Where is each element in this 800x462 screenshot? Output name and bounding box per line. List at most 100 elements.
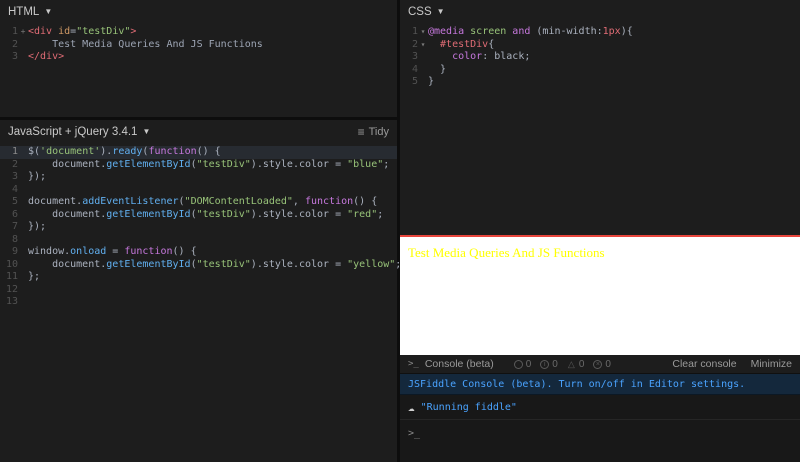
css-code-editor[interactable]: 1 ▾ @media screen and (min-width:1px){2 ▾ #… bbox=[400, 23, 800, 89]
chevron-down-icon[interactable]: ▼ bbox=[437, 7, 445, 16]
fold-marker-icon bbox=[18, 234, 28, 247]
console-filter-counts: 0 0 0 0 bbox=[513, 358, 611, 370]
code-text: document.getElementById("testDiv").style… bbox=[28, 208, 384, 220]
line-number: 5 bbox=[411, 76, 418, 87]
code-text: $('document').ready(function() { bbox=[28, 146, 221, 157]
code-line[interactable]: 4 } bbox=[400, 64, 800, 77]
line-number: 5 bbox=[11, 196, 18, 207]
code-line[interactable]: 10 document.getElementById("testDiv").st… bbox=[0, 258, 401, 272]
fold-marker-icon bbox=[18, 284, 28, 297]
log-count: 0 bbox=[525, 358, 532, 370]
console-log-row: ☁ "Running fiddle" bbox=[400, 395, 800, 420]
css-editor-panel: CSS ▼ 1 ▾ @media screen and (min-width:1px… bbox=[400, 0, 800, 235]
fold-marker-icon bbox=[18, 221, 28, 234]
code-line[interactable]: 3}); bbox=[0, 171, 397, 184]
fold-marker-icon bbox=[18, 259, 28, 272]
console-header: >_ Console (beta) 0 0 0 0 Clear console … bbox=[400, 355, 800, 374]
warning-count-filter[interactable]: 0 bbox=[567, 359, 585, 370]
error-count-filter[interactable]: 0 bbox=[593, 359, 611, 370]
console-input[interactable]: >_ bbox=[400, 420, 800, 439]
code-line[interactable]: 12 bbox=[0, 284, 397, 297]
hamburger-icon: ≡ bbox=[357, 124, 365, 139]
code-line[interactable]: 11}; bbox=[0, 271, 397, 284]
fold-marker-icon bbox=[18, 51, 28, 64]
clear-console-button[interactable]: Clear console bbox=[672, 358, 736, 370]
js-panel-header[interactable]: JavaScript + jQuery 3.4.1 ▼ ≡ Tidy bbox=[0, 120, 397, 143]
js-code-editor[interactable]: 1 $('document').ready(function() {2 docum… bbox=[0, 143, 401, 309]
code-text: } bbox=[428, 76, 435, 87]
code-text: color: black; bbox=[428, 51, 531, 62]
code-text: #testDiv{ bbox=[428, 38, 495, 50]
console-info-message: JSFiddle Console (beta). Turn on/off in … bbox=[400, 374, 800, 395]
line-number: 3 bbox=[11, 171, 18, 182]
line-number: 1 bbox=[411, 26, 418, 37]
line-number: 4 bbox=[411, 63, 418, 75]
code-line[interactable]: 5 document.addEventListener("DOMContentLo… bbox=[0, 196, 397, 209]
tidy-button-label: Tidy bbox=[368, 125, 389, 138]
info-count-icon bbox=[540, 359, 550, 369]
fold-marker-icon bbox=[18, 196, 28, 209]
cloud-icon: ☁ bbox=[408, 400, 415, 414]
code-text: <div id="testDiv"> bbox=[28, 26, 137, 37]
line-number: 6 bbox=[11, 208, 18, 220]
log-count-filter[interactable]: 0 bbox=[513, 358, 532, 370]
fold-marker-icon bbox=[18, 171, 28, 184]
code-text: }); bbox=[28, 221, 47, 232]
fold-marker-icon bbox=[18, 271, 28, 284]
fold-marker-icon[interactable]: ▾ bbox=[418, 39, 428, 52]
code-line[interactable]: 2 Test Media Queries And JS Functions bbox=[0, 39, 397, 52]
info-count: 0 bbox=[552, 358, 558, 370]
code-line[interactable]: 1 $('document').ready(function() { bbox=[0, 146, 397, 159]
code-line[interactable]: 2 ▾ #testDiv{ bbox=[400, 39, 800, 52]
fold-marker-icon[interactable]: ▾ bbox=[418, 26, 428, 39]
fold-marker-icon bbox=[18, 209, 28, 222]
code-line[interactable]: 2 document.getElementById("testDiv").sty… bbox=[0, 159, 397, 172]
code-line[interactable]: 8 bbox=[0, 234, 397, 247]
code-line[interactable]: 3 color: black; bbox=[400, 51, 800, 64]
code-line[interactable]: 5} bbox=[400, 76, 800, 89]
code-line[interactable]: 1 ▾ @media screen and (min-width:1px){ bbox=[400, 26, 800, 39]
code-text: @media screen and (min-width:1px){ bbox=[428, 26, 633, 37]
error-count-icon bbox=[593, 359, 603, 369]
minimize-console-button[interactable]: Minimize bbox=[751, 358, 792, 370]
code-line[interactable]: 6 document.getElementById("testDiv").sty… bbox=[0, 209, 397, 222]
chevron-down-icon[interactable]: ▼ bbox=[142, 127, 150, 136]
result-panel: Test Media Queries And JS Functions bbox=[400, 235, 800, 355]
code-text: }); bbox=[28, 171, 47, 182]
console-panel: >_ Console (beta) 0 0 0 0 Clear console … bbox=[400, 355, 800, 462]
html-code-editor[interactable]: 1 + <div id="testDiv"> 2 Test Media Queries… bbox=[0, 23, 397, 64]
code-line[interactable]: 9 window.onload = function() { bbox=[0, 246, 397, 259]
code-line[interactable]: 4 bbox=[0, 184, 397, 197]
fold-marker-icon bbox=[18, 159, 28, 172]
fold-marker-icon bbox=[18, 146, 28, 159]
info-count-filter[interactable]: 0 bbox=[540, 359, 558, 370]
console-prompt-icon: >_ bbox=[408, 359, 419, 369]
html-panel-header[interactable]: HTML ▼ bbox=[0, 0, 397, 23]
line-number: 9 bbox=[11, 246, 18, 257]
code-line[interactable]: 3 </div> bbox=[0, 51, 397, 64]
log-count-icon bbox=[513, 359, 523, 369]
line-number: 10 bbox=[5, 258, 18, 270]
js-panel-title: JavaScript + jQuery 3.4.1 bbox=[8, 125, 138, 138]
js-editor-panel: JavaScript + jQuery 3.4.1 ▼ ≡ Tidy 1 $('d… bbox=[0, 120, 401, 462]
line-number: 8 bbox=[11, 233, 18, 245]
code-line[interactable]: 7}); bbox=[0, 221, 397, 234]
code-text: </div> bbox=[28, 51, 65, 62]
line-number: 12 bbox=[5, 283, 18, 295]
fold-marker-icon bbox=[18, 39, 28, 52]
fold-marker-icon[interactable]: + bbox=[18, 26, 28, 39]
line-number: 11 bbox=[5, 271, 18, 282]
result-output-text: Test Media Queries And JS Functions bbox=[408, 245, 605, 260]
css-panel-header[interactable]: CSS ▼ bbox=[400, 0, 800, 23]
tidy-button[interactable]: ≡ Tidy bbox=[358, 125, 389, 139]
line-number: 3 bbox=[411, 51, 418, 62]
code-line[interactable]: 1 + <div id="testDiv"> bbox=[0, 26, 397, 39]
line-number: 13 bbox=[5, 296, 18, 307]
code-line[interactable]: 13 bbox=[0, 296, 397, 309]
fold-marker-icon bbox=[18, 296, 28, 309]
code-text: Test Media Queries And JS Functions bbox=[28, 38, 263, 50]
chevron-down-icon[interactable]: ▼ bbox=[44, 7, 52, 16]
code-text: }; bbox=[28, 271, 41, 282]
fold-marker-icon bbox=[418, 76, 428, 89]
code-text: document.addEventListener("DOMContentLoa… bbox=[28, 196, 378, 207]
